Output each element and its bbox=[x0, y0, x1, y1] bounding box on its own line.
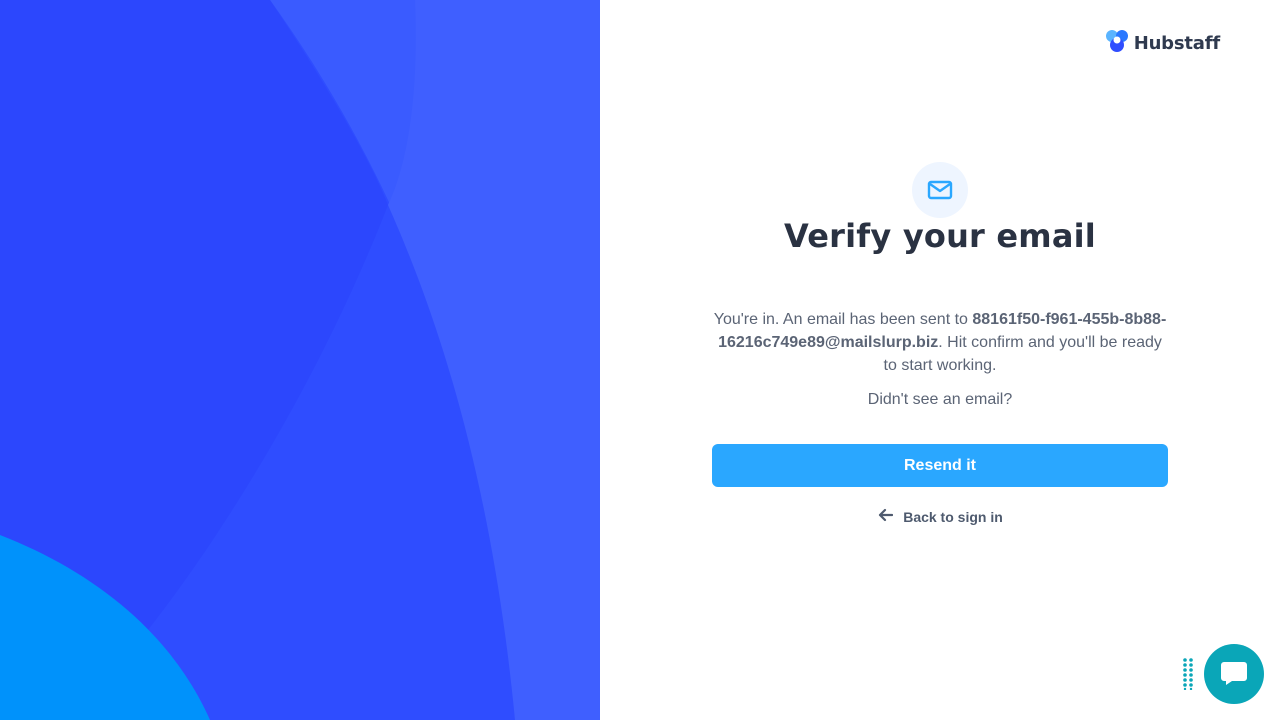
page-title: Verify your email bbox=[784, 217, 1096, 255]
resend-button[interactable]: Resend it bbox=[712, 444, 1168, 487]
back-label: Back to sign in bbox=[903, 508, 1003, 525]
brand-name: Hubstaff bbox=[1133, 33, 1220, 54]
hubstaff-logo-icon bbox=[1105, 29, 1129, 58]
didnt-see-email-text: Didn't see an email? bbox=[867, 391, 1013, 408]
verify-email-card: Verify your email You're in. An email ha… bbox=[712, 162, 1168, 527]
brand-logo[interactable]: Hubstaff bbox=[1105, 29, 1220, 58]
back-to-sign-in-link[interactable]: Back to sign in bbox=[877, 508, 1003, 525]
decorative-background-panel bbox=[0, 0, 600, 720]
chat-widget-button[interactable] bbox=[1204, 644, 1264, 704]
chat-bubble-icon bbox=[1218, 656, 1250, 693]
arrow-left-icon bbox=[877, 508, 894, 525]
auth-panel: Hubstaff Verify your email You're in. An… bbox=[600, 0, 1280, 720]
drag-handle-icon[interactable] bbox=[1182, 658, 1194, 691]
envelope-icon bbox=[912, 162, 968, 218]
message-prefix: You're in. An email has been sent to bbox=[713, 311, 973, 328]
verification-message: You're in. An email has been sent to 881… bbox=[712, 308, 1168, 377]
